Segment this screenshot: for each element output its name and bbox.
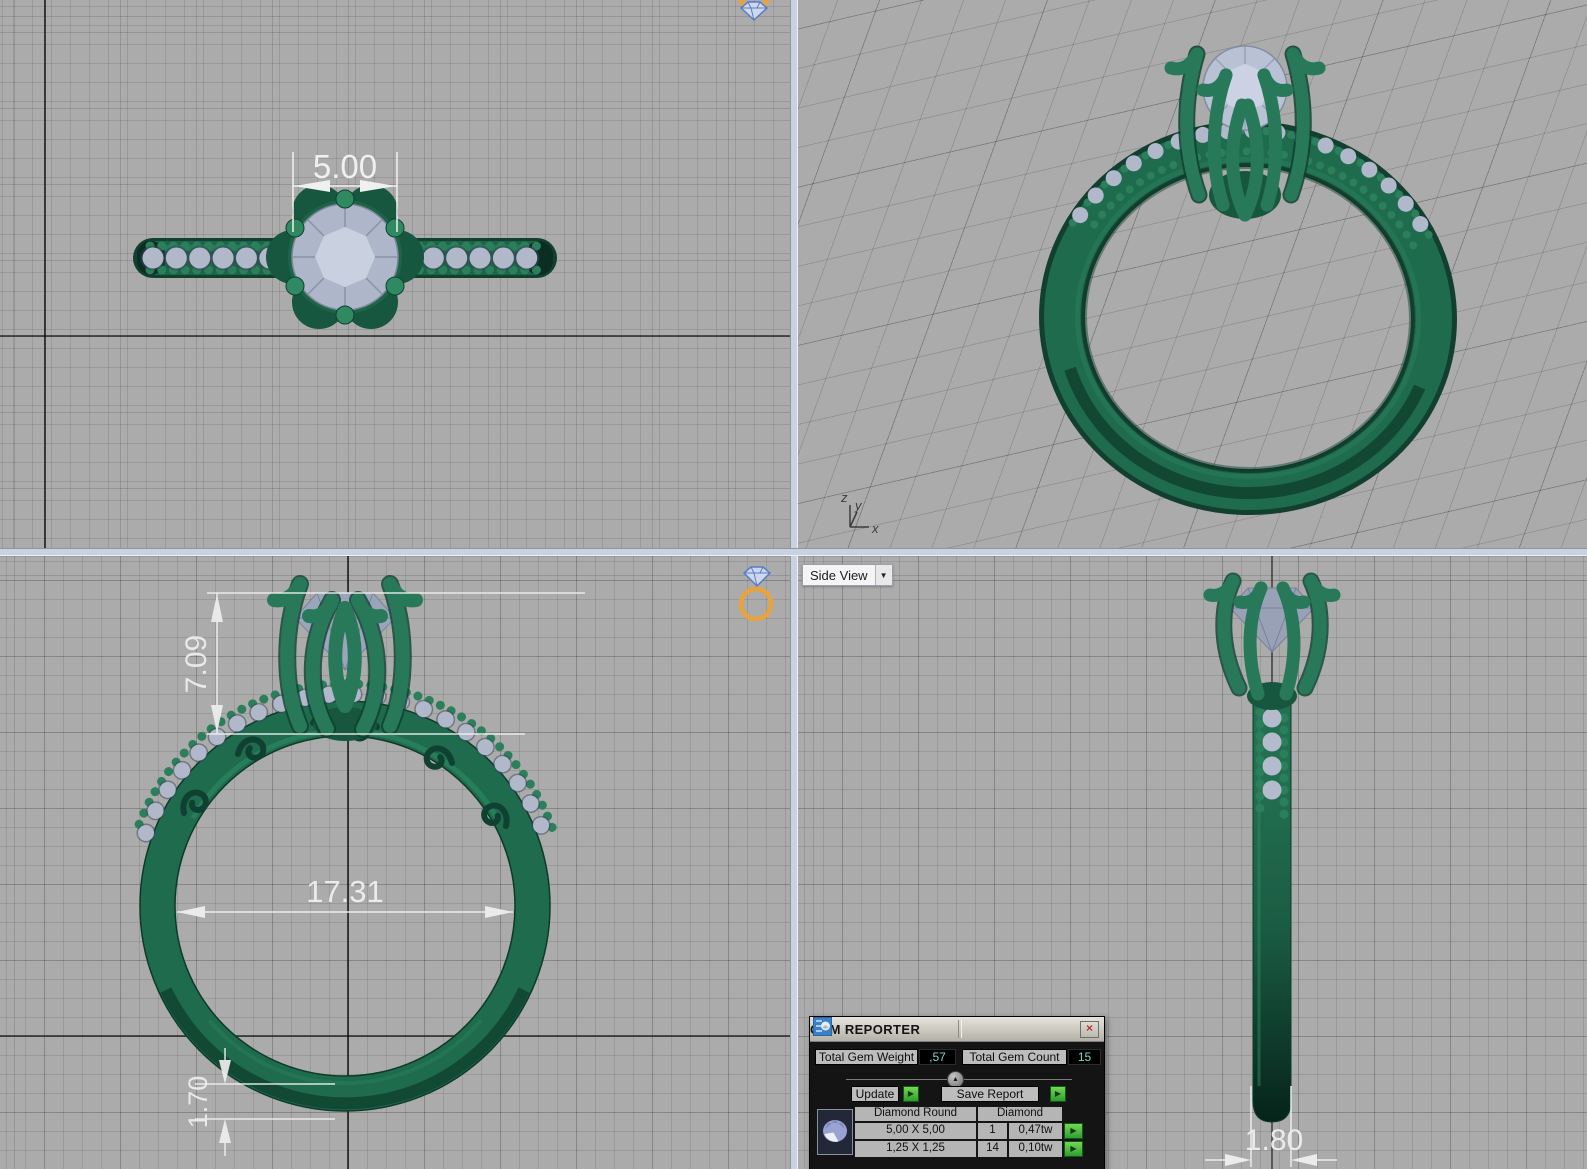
column-header-type: Diamond Round [855, 1107, 976, 1121]
row-weight: 0,47tw [1009, 1123, 1062, 1139]
cad-jewelry-workspace: 5.00 z y x 7.09 17.31 1.70 1.80 Side Vie… [0, 0, 1587, 1169]
dimension-5-label: 5.00 [313, 148, 377, 185]
viewport-top-view[interactable]: 5.00 [0, 0, 790, 548]
viewport-front-view[interactable]: 7.09 17.31 1.70 [0, 556, 790, 1169]
total-weight-label: Total Gem Weight [815, 1049, 918, 1065]
update-play-icon[interactable]: ▶ [903, 1086, 919, 1102]
axis-indicator: z y x [840, 490, 879, 536]
gem-reporter-panel[interactable]: GEM REPORTER × Total Gem Weight ,57 Tota… [809, 1016, 1105, 1169]
viewport-title-menu[interactable]: Side View ▼ [802, 564, 893, 586]
viewport-side-view[interactable]: 1.80 Side View ▼ GEM REPORTER × Total Ge… [798, 556, 1587, 1169]
total-weight-value: ,57 [919, 1049, 956, 1065]
row-size: 5,00 X 5,00 [855, 1123, 976, 1139]
column-header-gem: Diamond [978, 1107, 1062, 1121]
axis-x-label: x [871, 521, 879, 536]
row-play-icon[interactable]: ▶ [1064, 1141, 1083, 1157]
gem-table: Diamond Round Diamond 5,00 X 5,00 1 0,47… [855, 1107, 1083, 1157]
update-button[interactable]: Update [851, 1086, 899, 1102]
viewport-divider-vertical[interactable] [790, 0, 798, 1169]
gem-thumbnail [817, 1109, 853, 1155]
gem-report-icon [813, 1017, 832, 1036]
row-weight: 0,10tw [1009, 1141, 1062, 1157]
viewport-perspective[interactable]: z y x [798, 0, 1587, 548]
total-count-value: 15 [1068, 1049, 1101, 1065]
ring-front-view-drawing: 7.09 17.31 1.70 [132, 575, 585, 1156]
ring-gem-gizmo-icon[interactable] [724, 564, 788, 626]
dimension-7-09-label: 7.09 [180, 635, 213, 693]
center-gem-top [291, 203, 399, 311]
dimension-17-31: 17.31 [177, 874, 513, 918]
row-play-icon[interactable]: ▶ [1064, 1123, 1083, 1139]
total-count-label: Total Gem Count [962, 1049, 1067, 1065]
chevron-down-icon[interactable]: ▼ [874, 565, 892, 585]
dimension-17-31-label: 17.31 [306, 874, 384, 909]
save-report-button[interactable]: Save Report [941, 1086, 1039, 1102]
save-report-play-icon[interactable]: ▶ [1050, 1086, 1066, 1102]
viewport-divider-horizontal[interactable] [0, 548, 1587, 556]
viewport-title-label: Side View [810, 567, 868, 583]
ring-perspective-drawing: z y x [840, 45, 1457, 536]
gem-reporter-titlebar[interactable]: GEM REPORTER × [810, 1017, 1104, 1042]
titlebar-divider [958, 1020, 962, 1038]
axis-z-label: z [840, 490, 848, 505]
ring-gem-gizmo-icon[interactable] [724, 0, 788, 28]
row-count: 1 [978, 1123, 1007, 1139]
close-icon[interactable]: × [1080, 1021, 1099, 1038]
crown-side [1203, 572, 1341, 710]
axis-y-label: y [854, 498, 863, 513]
dimension-1-70-label: 1.70 [183, 1076, 213, 1129]
row-size: 1,25 X 1,25 [855, 1141, 976, 1157]
dimension-1-80-label: 1.80 [1245, 1124, 1303, 1157]
row-count: 14 [978, 1141, 1007, 1157]
ring-top-view-drawing: 5.00 [133, 148, 557, 329]
